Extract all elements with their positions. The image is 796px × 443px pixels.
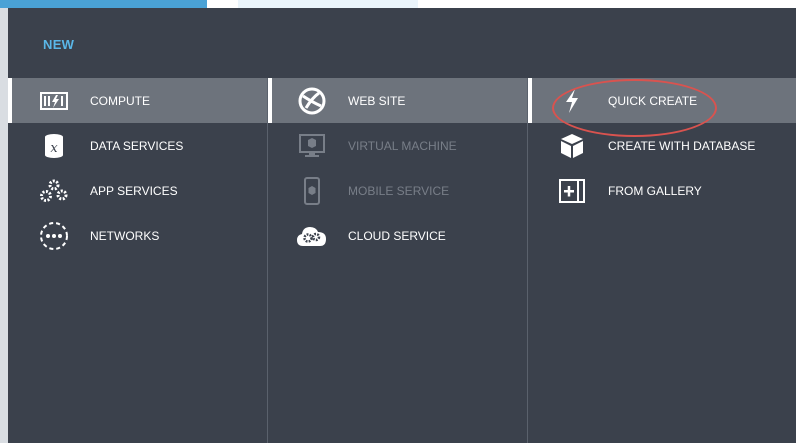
category-label: NETWORKS [90, 228, 160, 243]
networks-icon [37, 219, 71, 253]
option-quick-create[interactable]: QUICK CREATE [528, 78, 796, 123]
category-label: COMPUTE [90, 93, 150, 108]
compute-item-web-site[interactable]: WEB SITE [268, 78, 528, 123]
category-app-services[interactable]: APP SERVICES [8, 168, 267, 213]
monitor-icon [295, 129, 329, 163]
option-from-gallery[interactable]: FROM GALLERY [528, 168, 796, 213]
category-data-services[interactable]: x DATA SERVICES [8, 123, 267, 168]
top-tab[interactable] [238, 0, 418, 8]
category-column: COMPUTE x DATA SERVICES APP SERVICES NET… [8, 78, 267, 443]
compute-item-label: WEB SITE [348, 93, 406, 108]
compute-item-label: CLOUD SERVICE [348, 228, 446, 243]
category-label: DATA SERVICES [90, 138, 184, 153]
compute-icon [37, 84, 71, 118]
category-networks[interactable]: NETWORKS [8, 213, 267, 258]
compute-item-label: VIRTUAL MACHINE [348, 138, 457, 153]
new-panel: NEW COMPUTE x DATA SERVICES APP SERVICES… [8, 8, 796, 443]
create-options-column: QUICK CREATE CREATE WITH DATABASE FROM G… [527, 78, 796, 443]
cloud-gear-icon [295, 219, 329, 253]
compute-item-mobile-service[interactable]: MOBILE SERVICE [268, 168, 528, 213]
compute-item-label: MOBILE SERVICE [348, 183, 450, 198]
left-rail [0, 8, 8, 443]
category-compute[interactable]: COMPUTE [8, 78, 267, 123]
lightning-icon [555, 84, 589, 118]
cube-icon [555, 129, 589, 163]
new-heading: NEW [43, 37, 75, 52]
option-create-with-database[interactable]: CREATE WITH DATABASE [528, 123, 796, 168]
top-tab-active[interactable] [0, 0, 207, 8]
svg-text:x: x [50, 141, 58, 156]
globe-icon [295, 84, 329, 118]
gallery-icon [555, 174, 589, 208]
option-label: FROM GALLERY [608, 183, 702, 198]
compute-column: WEB SITE VIRTUAL MACHINE MOBILE SERVICE … [267, 78, 528, 443]
option-label: QUICK CREATE [608, 93, 698, 108]
phone-icon [295, 174, 329, 208]
compute-item-virtual-machine[interactable]: VIRTUAL MACHINE [268, 123, 528, 168]
category-label: APP SERVICES [90, 183, 178, 198]
data-services-icon: x [37, 129, 71, 163]
compute-item-cloud-service[interactable]: CLOUD SERVICE [268, 213, 528, 258]
app-services-icon [37, 174, 71, 208]
option-label: CREATE WITH DATABASE [608, 138, 756, 153]
